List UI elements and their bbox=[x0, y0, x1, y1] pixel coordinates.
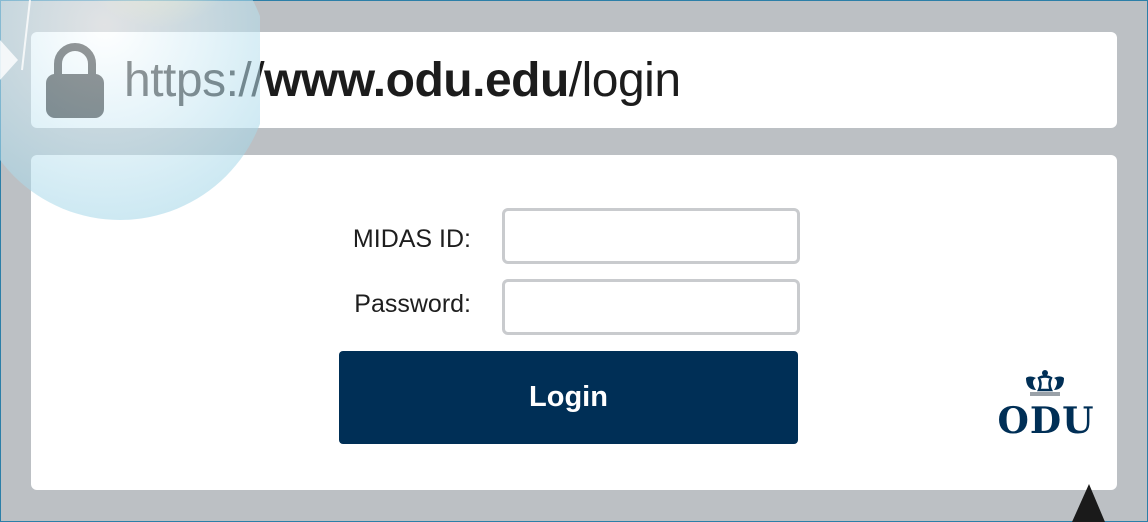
midas-id-label: MIDAS ID: bbox=[352, 225, 471, 253]
url-scheme: https:// bbox=[124, 54, 265, 107]
odu-logo-text: ODU bbox=[997, 400, 1095, 442]
password-input[interactable] bbox=[502, 279, 800, 335]
midas-id-input[interactable] bbox=[502, 208, 800, 264]
password-label: Password: bbox=[354, 290, 471, 318]
crown-icon bbox=[1026, 370, 1064, 396]
odu-logo: ODU bbox=[996, 370, 1096, 454]
url-path: /login bbox=[568, 54, 681, 107]
login-button[interactable]: Login bbox=[339, 351, 798, 444]
lock-icon bbox=[46, 43, 104, 118]
cursor-icon bbox=[1072, 484, 1105, 522]
url-text: https://www.odu.edu/login bbox=[124, 46, 681, 116]
url-domain: www.odu.edu bbox=[264, 54, 569, 107]
